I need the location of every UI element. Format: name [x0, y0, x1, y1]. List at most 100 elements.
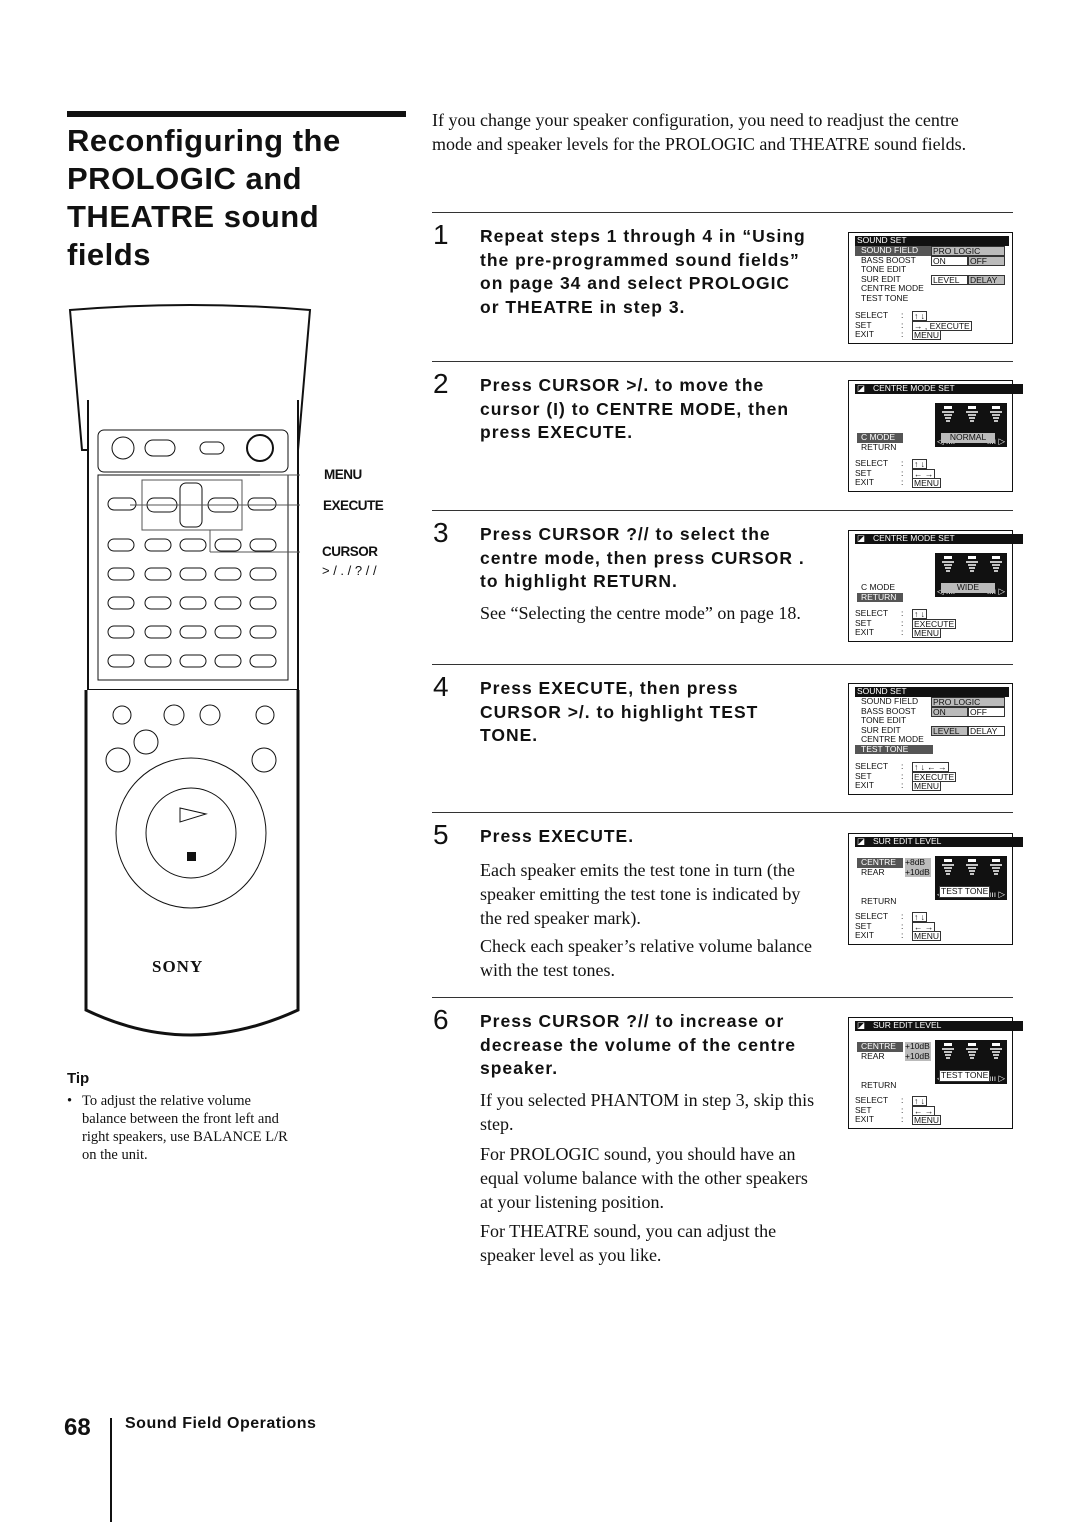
osd-footer-keys: ↑ ↓ — [912, 311, 927, 321]
osd-option: DELAY — [968, 725, 1005, 736]
tip-bullet: • To adjust the relative volume balance … — [67, 1092, 292, 1164]
osd-option: LEVEL — [931, 274, 968, 285]
osd-option: OFF — [968, 255, 1005, 266]
osd-footer-colon: : — [901, 627, 904, 637]
osd-menu-row: REAR — [861, 866, 885, 877]
osd-menu-row: RETURN — [861, 1080, 897, 1090]
osd-footer-colon: : — [901, 477, 904, 487]
osd-title: CENTRE MODE SET — [855, 383, 1023, 394]
step-number: 2 — [433, 368, 449, 399]
osd-footer-keys: ↑ ↓ — [912, 459, 927, 469]
osd-footer-colon: : — [901, 780, 904, 790]
speaker-icon — [941, 859, 955, 875]
speaker-icon — [965, 859, 979, 875]
cursor-keys-label: > / . / ? / / — [322, 563, 377, 578]
speaker-icon — [941, 406, 955, 422]
osd-footer-label: EXIT — [855, 930, 874, 940]
osd-footer-keys: MENU — [912, 478, 942, 488]
step-note: Each speaker emits the test tone in turn… — [480, 860, 801, 928]
osd-level-value: +10dB — [905, 1050, 931, 1061]
speaker-icon — [941, 556, 955, 572]
speaker-icon — [989, 556, 1003, 572]
step-instruction: Press CURSOR >/. to move the cursor (I) … — [480, 375, 790, 443]
step-note: Check each speaker’s relative volume bal… — [480, 936, 813, 980]
osd-option: ON — [931, 255, 968, 266]
osd-screen-step-3: CENTRE MODE SET◪◁ ıııllııı ▷C MODERETURN… — [848, 530, 1023, 642]
osd-option: PRO LOGIC — [931, 697, 1005, 707]
osd-level-value: +10dB — [905, 866, 931, 877]
osd-title-icon: ◪ — [857, 836, 866, 846]
osd-footer-keys: ↑ ↓ — [912, 609, 927, 619]
osd-screen-step-4: SOUND SET SOUND FIELD PRO LOGIC BASS BOOST O… — [848, 683, 1013, 795]
osd-menu-row: REAR — [861, 1050, 885, 1061]
step-note: For PROLOGIC sound, you should have an e… — [480, 1144, 808, 1212]
osd-footer-keys: MENU — [912, 931, 942, 941]
speaker-icon — [989, 1043, 1003, 1059]
osd-title: SUR EDIT LEVEL — [855, 1020, 1023, 1031]
osd-menu-row: RETURN — [857, 592, 903, 602]
step-divider — [432, 510, 1013, 511]
osd-footer-colon: : — [901, 930, 904, 940]
remote-control-illustration — [68, 304, 312, 1037]
speaker-icon — [965, 1043, 979, 1059]
osd-footer-keys: MENU — [912, 1115, 942, 1125]
speaker-icon — [941, 1043, 955, 1059]
osd-screen-step-2: CENTRE MODE SET◪◁ ıııllııı ▷C MODERETURN… — [848, 380, 1023, 492]
step-note: If you selected PHANTOM in step 3, skip … — [480, 1090, 815, 1134]
osd-option: DELAY — [968, 274, 1005, 285]
osd-option: LEVEL — [931, 725, 968, 736]
footer-divider — [110, 1418, 112, 1522]
osd-footer-label: EXIT — [855, 780, 874, 790]
osd-footer-keys: ↑ ↓ — [912, 912, 927, 922]
page-number: 68 — [64, 1414, 91, 1441]
osd-title: SUR EDIT LEVEL — [855, 836, 1023, 847]
osd-value: NORMAL — [941, 432, 995, 443]
osd-footer-colon: : — [901, 1114, 904, 1124]
tip-text: To adjust the relative volume balance be… — [82, 1093, 288, 1163]
osd-menu-row: RETURN — [861, 896, 897, 906]
osd-footer-keys: ← → — [912, 921, 936, 932]
osd-footer-keys: → , EXECUTE — [912, 320, 972, 331]
osd-screen-step-6: SUR EDIT LEVEL◪◁ ıııllııı ▷CENTRE+10dBRE… — [848, 1017, 1023, 1129]
title-rule — [67, 111, 406, 117]
step-instruction: Press CURSOR ?// to select the centre mo… — [480, 524, 805, 592]
sony-logo: SONY — [152, 957, 204, 976]
osd-footer-keys: MENU — [912, 781, 942, 791]
speaker-icon — [989, 859, 1003, 875]
osd-footer-label: EXIT — [855, 329, 874, 339]
speaker-icon — [965, 556, 979, 572]
step-number: 4 — [433, 671, 449, 702]
cursor-label: CURSOR — [322, 544, 378, 559]
osd-footer-keys: MENU — [912, 628, 942, 638]
osd-menu-row: RETURN — [861, 441, 897, 452]
step-divider — [432, 212, 1013, 213]
osd-footer-keys: EXECUTE — [912, 618, 957, 629]
intro-text: If you change your speaker configuration… — [432, 110, 967, 154]
section-name: Sound Field Operations — [125, 1415, 317, 1432]
step-divider — [432, 997, 1013, 998]
step-number: 1 — [433, 219, 449, 250]
page-title: Reconfiguring the PROLOGIC and THEATRE s… — [67, 123, 341, 272]
tip-heading: Tip — [67, 1070, 90, 1087]
osd-value: WIDE — [941, 582, 995, 593]
osd-footer-keys: ← → — [912, 1105, 936, 1116]
step-number: 3 — [433, 517, 449, 548]
execute-label: EXECUTE — [323, 498, 384, 513]
step-note: See “Selecting the centre mode” on page … — [480, 603, 801, 623]
osd-screen-step-1: SOUND SET SOUND FIELD PRO LOGIC BASS BOOST O… — [848, 232, 1013, 344]
osd-footer-keys: MENU — [912, 330, 942, 340]
osd-footer-keys: EXECUTE — [912, 771, 957, 782]
osd-menu-row: TEST TONE — [855, 744, 933, 754]
step-instruction: Repeat steps 1 through 4 in “Using the p… — [480, 226, 806, 318]
osd-title-icon: ◪ — [857, 383, 866, 393]
osd-screen-step-5: SUR EDIT LEVEL◪◁ ıııllııı ▷CENTRE+8dBREA… — [848, 833, 1023, 945]
osd-option: PRO LOGIC — [931, 246, 1005, 256]
step-number: 5 — [433, 819, 449, 850]
step-divider — [432, 361, 1013, 362]
osd-option: OFF — [968, 706, 1005, 717]
manual-page: Reconfiguring the PROLOGIC and THEATRE s… — [0, 0, 1080, 1528]
osd-footer-keys: ↑ ↓ — [912, 1096, 927, 1106]
step-divider — [432, 664, 1013, 665]
menu-label: MENU — [324, 467, 362, 482]
osd-title: CENTRE MODE SET — [855, 533, 1023, 544]
